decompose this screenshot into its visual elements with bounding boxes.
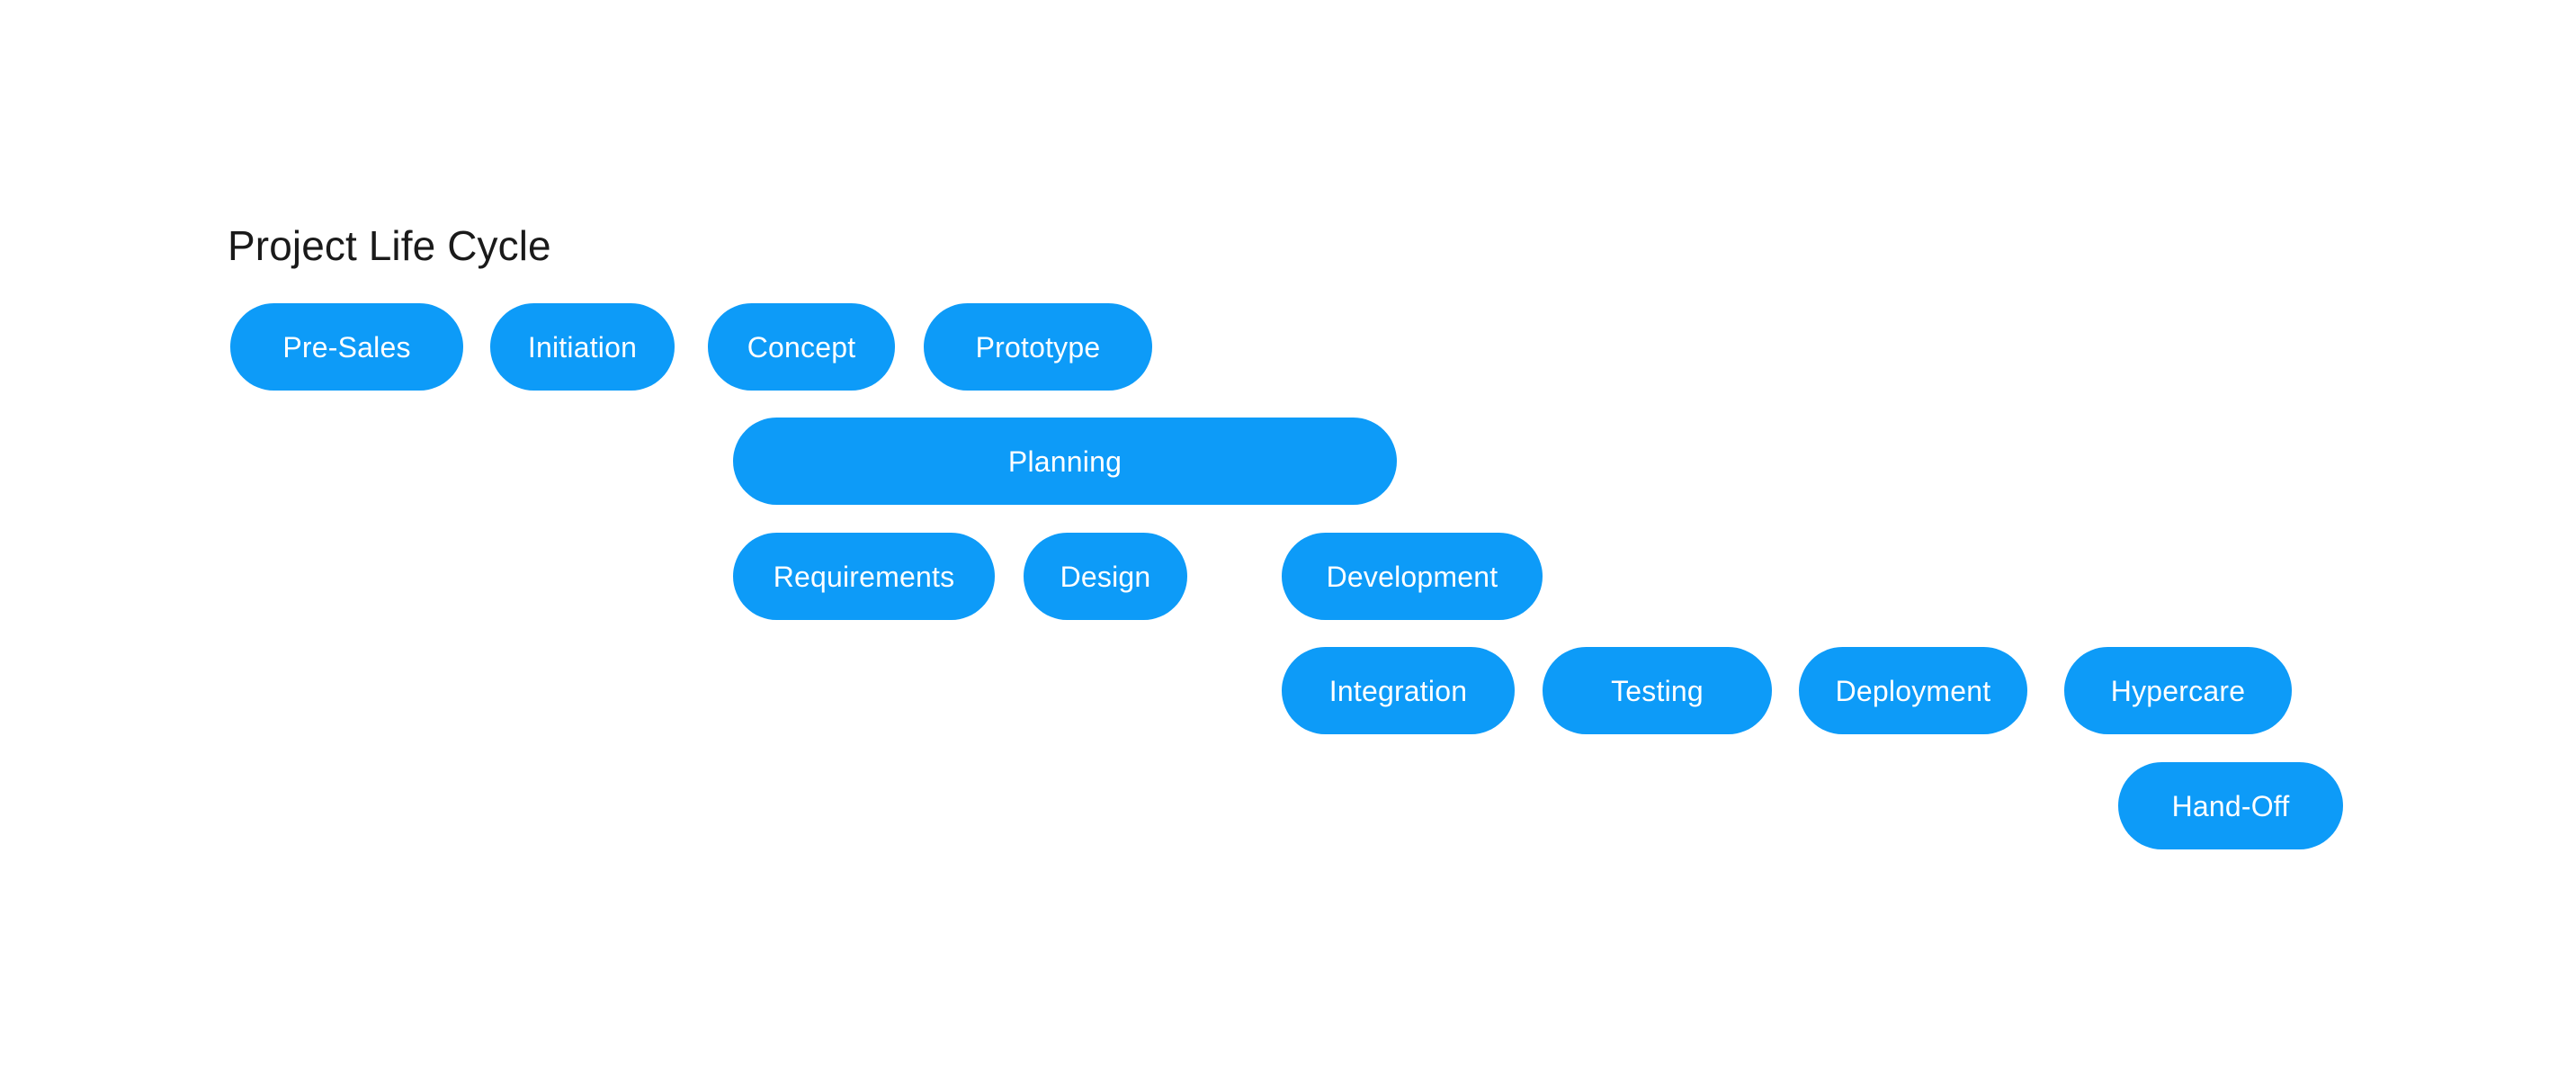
phase-label: Concept [747,330,856,364]
phase-pill-concept[interactable]: Concept [708,303,895,391]
phase-label: Hand-Off [2171,789,2290,822]
phase-pill-initiation[interactable]: Initiation [490,303,675,391]
phase-pill-integration[interactable]: Integration [1282,647,1515,734]
phase-label: Testing [1611,674,1704,707]
phase-pill-deployment[interactable]: Deployment [1799,647,2027,734]
phase-pill-hand-off[interactable]: Hand-Off [2118,762,2343,849]
phase-row: Pre-Sales Initiation Concept Prototype [0,303,2576,391]
phase-row: Planning [0,418,2576,505]
page-title: Project Life Cycle [228,222,551,269]
phase-pill-hypercare[interactable]: Hypercare [2064,647,2292,734]
project-life-cycle-diagram: Project Life Cycle Pre-Sales Initiation Co… [0,0,2576,1078]
phase-row: Hand-Off [0,762,2576,849]
phase-label: Design [1060,560,1151,593]
phase-label: Deployment [1835,674,1991,707]
phase-pill-requirements[interactable]: Requirements [733,533,995,620]
phase-label: Planning [1007,445,1123,478]
phase-label: Development [1326,560,1498,593]
phase-pill-development[interactable]: Development [1282,533,1543,620]
phase-label: Prototype [975,330,1101,364]
phase-pill-pre-sales[interactable]: Pre-Sales [230,303,463,391]
phase-label: Requirements [773,560,955,593]
phase-label: Hypercare [2110,674,2246,707]
phase-label: Initiation [527,330,638,364]
phase-pill-design[interactable]: Design [1024,533,1187,620]
phase-pill-testing[interactable]: Testing [1543,647,1772,734]
phase-label: Integration [1328,674,1468,707]
phase-label: Pre-Sales [282,330,411,364]
phase-pill-prototype[interactable]: Prototype [924,303,1152,391]
phase-row: Requirements Design Development [0,533,2576,620]
phase-row: Integration Testing Deployment Hypercare [0,647,2576,734]
phase-pill-planning[interactable]: Planning [733,418,1397,505]
